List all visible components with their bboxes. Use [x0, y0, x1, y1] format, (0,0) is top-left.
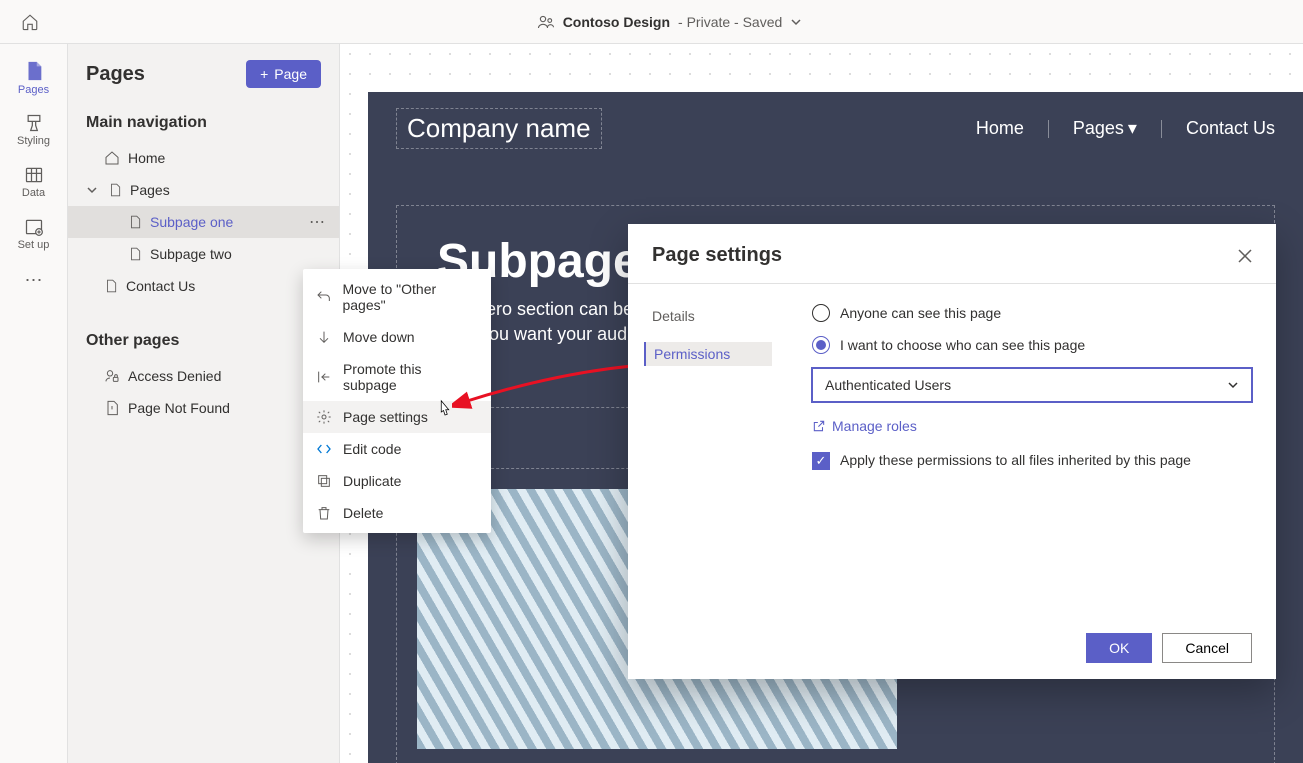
document-filename: Contoso Design — [563, 14, 670, 30]
page-settings-dialog: Page settings Details Permissions Anyone… — [628, 224, 1276, 679]
outdent-icon — [315, 369, 333, 385]
tree-contact[interactable]: Contact Us — [68, 270, 339, 302]
ctx-promote[interactable]: Promote this subpage — [303, 353, 491, 401]
roles-select[interactable]: Authenticated Users — [812, 368, 1252, 402]
gear-icon — [24, 217, 44, 237]
chevron-down-icon — [1227, 379, 1239, 391]
inherit-checkbox[interactable]: ✓ Apply these permissions to all files i… — [812, 452, 1252, 470]
radio-choose[interactable]: I want to choose who can see this page — [812, 336, 1252, 354]
document-title-group[interactable]: Contoso Design - Private - Saved — [48, 13, 1291, 31]
chevron-down-icon — [86, 184, 100, 196]
rail-data[interactable]: Data — [3, 156, 65, 208]
tree-subpage-two[interactable]: Subpage two — [68, 238, 339, 270]
checkbox-checked-icon: ✓ — [812, 452, 830, 470]
tree-access-denied[interactable]: Access Denied — [68, 360, 339, 392]
gear-icon — [315, 409, 333, 425]
left-rail: Pages Styling Data Set up ⋯ — [0, 44, 68, 763]
chevron-down-icon — [790, 16, 802, 28]
rail-styling[interactable]: Styling — [3, 104, 65, 156]
ctx-edit-code[interactable]: Edit code — [303, 433, 491, 465]
document-status: - Private - Saved — [678, 14, 782, 30]
home-icon — [104, 150, 120, 166]
document-icon — [108, 183, 122, 197]
rail-pages[interactable]: Pages — [3, 52, 65, 104]
document-icon — [128, 215, 142, 229]
ctx-delete[interactable]: Delete — [303, 497, 491, 529]
people-icon — [537, 13, 555, 31]
dialog-title: Page settings — [652, 244, 782, 267]
tab-permissions[interactable]: Permissions — [644, 342, 772, 366]
nav-home[interactable]: Home — [976, 118, 1024, 139]
close-button[interactable] — [1238, 249, 1252, 263]
pages-panel: Pages + Page Main navigation Home Pages … — [68, 44, 340, 763]
open-icon — [812, 419, 826, 433]
rail-more[interactable]: ⋯ — [3, 260, 65, 300]
person-lock-icon — [104, 368, 120, 384]
code-icon — [315, 441, 333, 457]
trash-icon — [315, 505, 333, 521]
ctx-move-down[interactable]: Move down — [303, 321, 491, 353]
titlebar: Contoso Design - Private - Saved — [0, 0, 1303, 44]
site-brand[interactable]: Company name — [396, 108, 602, 149]
document-warning-icon — [104, 400, 120, 416]
table-icon — [24, 165, 44, 185]
tree-pages[interactable]: Pages — [68, 174, 339, 206]
rail-setup[interactable]: Set up — [3, 208, 65, 260]
duplicate-icon — [315, 473, 333, 489]
new-page-button[interactable]: + Page — [246, 60, 321, 88]
main-nav-section: Main navigation — [68, 104, 339, 142]
page-icon — [23, 60, 45, 82]
arrow-down-icon — [315, 329, 333, 345]
tree-item-more-button[interactable]: ⋯ — [309, 212, 327, 232]
context-menu: Move to "Other pages" Move down Promote … — [303, 269, 491, 533]
ctx-duplicate[interactable]: Duplicate — [303, 465, 491, 497]
cancel-button[interactable]: Cancel — [1162, 633, 1252, 663]
radio-icon — [812, 304, 830, 322]
tree-subpage-one[interactable]: Subpage one ⋯ — [68, 206, 339, 238]
tree-not-found[interactable]: Page Not Found — [68, 392, 339, 424]
tree-home[interactable]: Home — [68, 142, 339, 174]
move-icon — [315, 289, 332, 305]
plus-icon: + — [260, 66, 268, 82]
manage-roles-link[interactable]: Manage roles — [812, 418, 1252, 434]
other-pages-section: Other pages — [68, 322, 339, 360]
nav-contact[interactable]: Contact Us — [1186, 118, 1275, 139]
document-icon — [128, 247, 142, 261]
brush-icon — [24, 113, 44, 133]
caret-down-icon: ▾ — [1128, 118, 1137, 139]
radio-anyone[interactable]: Anyone can see this page — [812, 304, 1252, 322]
radio-checked-icon — [812, 336, 830, 354]
document-icon — [104, 279, 118, 293]
ctx-move-other[interactable]: Move to "Other pages" — [303, 273, 491, 321]
nav-pages[interactable]: Pages ▾ — [1073, 118, 1137, 139]
tab-details[interactable]: Details — [644, 304, 772, 328]
ok-button[interactable]: OK — [1086, 633, 1152, 663]
home-button[interactable] — [12, 4, 48, 40]
ctx-page-settings[interactable]: Page settings — [303, 401, 491, 433]
pages-panel-title: Pages — [86, 63, 145, 86]
